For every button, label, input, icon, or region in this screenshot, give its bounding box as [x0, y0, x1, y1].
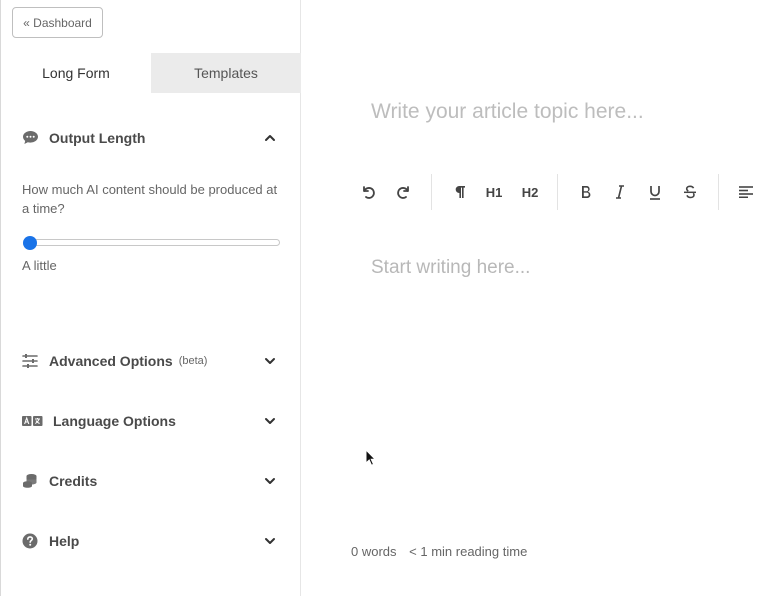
toolbar-divider: [431, 174, 432, 210]
chevron-down-icon: [265, 538, 275, 544]
word-count: 0 words: [351, 544, 397, 559]
heading-2-button[interactable]: H2: [518, 181, 542, 203]
redo-button[interactable]: [393, 181, 415, 203]
pilcrow-icon: [455, 186, 465, 198]
undo-button[interactable]: [357, 181, 379, 203]
bold-button[interactable]: [575, 181, 597, 203]
strikethrough-icon: [684, 185, 696, 199]
output-length-header[interactable]: Output Length: [21, 126, 281, 150]
output-length-question: How much AI content should be produced a…: [22, 182, 278, 216]
underline-icon: [650, 185, 660, 200]
beta-badge: (beta): [178, 355, 208, 367]
sidebar-tabs: Long Form Templates: [1, 53, 301, 93]
help-title: Help: [49, 533, 80, 549]
chat-bubble-icon: [21, 129, 39, 147]
chevron-down-icon: [265, 418, 275, 424]
reading-time: < 1 min reading time: [409, 544, 528, 559]
language-options-header[interactable]: Language Options: [21, 409, 281, 433]
chevron-down-icon: [265, 358, 275, 364]
editor-footer: 0 words < 1 min reading time: [351, 544, 527, 559]
toolbar-divider: [557, 174, 558, 210]
align-left-button[interactable]: [735, 181, 757, 203]
credits-header[interactable]: Credits: [21, 469, 281, 493]
output-length-title: Output Length: [49, 130, 146, 146]
output-length-slider[interactable]: [22, 236, 280, 250]
translate-icon: [21, 412, 43, 430]
question-circle-icon: [21, 532, 39, 550]
dashboard-button[interactable]: « Dashboard: [12, 7, 103, 38]
language-options-title: Language Options: [53, 413, 176, 429]
slider-track: [26, 239, 280, 246]
italic-button[interactable]: [609, 181, 631, 203]
advanced-options-title: Advanced Options: [49, 353, 173, 369]
chevron-up-icon: [265, 135, 275, 141]
help-header[interactable]: Help: [21, 529, 281, 553]
chevron-down-icon: [265, 478, 275, 484]
mouse-pointer-icon: [365, 449, 377, 466]
tab-long-form[interactable]: Long Form: [1, 53, 151, 93]
paragraph-button[interactable]: [449, 181, 471, 203]
toolbar-divider: [718, 174, 719, 210]
slider-thumb[interactable]: [23, 236, 37, 250]
article-topic-input[interactable]: Write your article topic here...: [371, 100, 644, 124]
tab-templates[interactable]: Templates: [151, 53, 301, 93]
editor-body-input[interactable]: Start writing here...: [371, 257, 530, 279]
undo-icon: [363, 186, 375, 199]
sliders-icon: [21, 352, 39, 370]
credits-title: Credits: [49, 473, 98, 489]
underline-button[interactable]: [644, 181, 666, 203]
advanced-options-header[interactable]: Advanced Options (beta): [21, 349, 281, 373]
heading-1-button[interactable]: H1: [483, 181, 505, 203]
redo-icon: [397, 186, 409, 199]
align-left-icon: [739, 186, 753, 198]
bold-icon: [582, 185, 591, 199]
slider-value-label: A little: [22, 258, 57, 273]
coins-icon: [21, 472, 39, 490]
sidebar: « Dashboard Long Form Templates Output L…: [0, 0, 301, 596]
strikethrough-button[interactable]: [679, 181, 701, 203]
italic-icon: [616, 185, 624, 199]
